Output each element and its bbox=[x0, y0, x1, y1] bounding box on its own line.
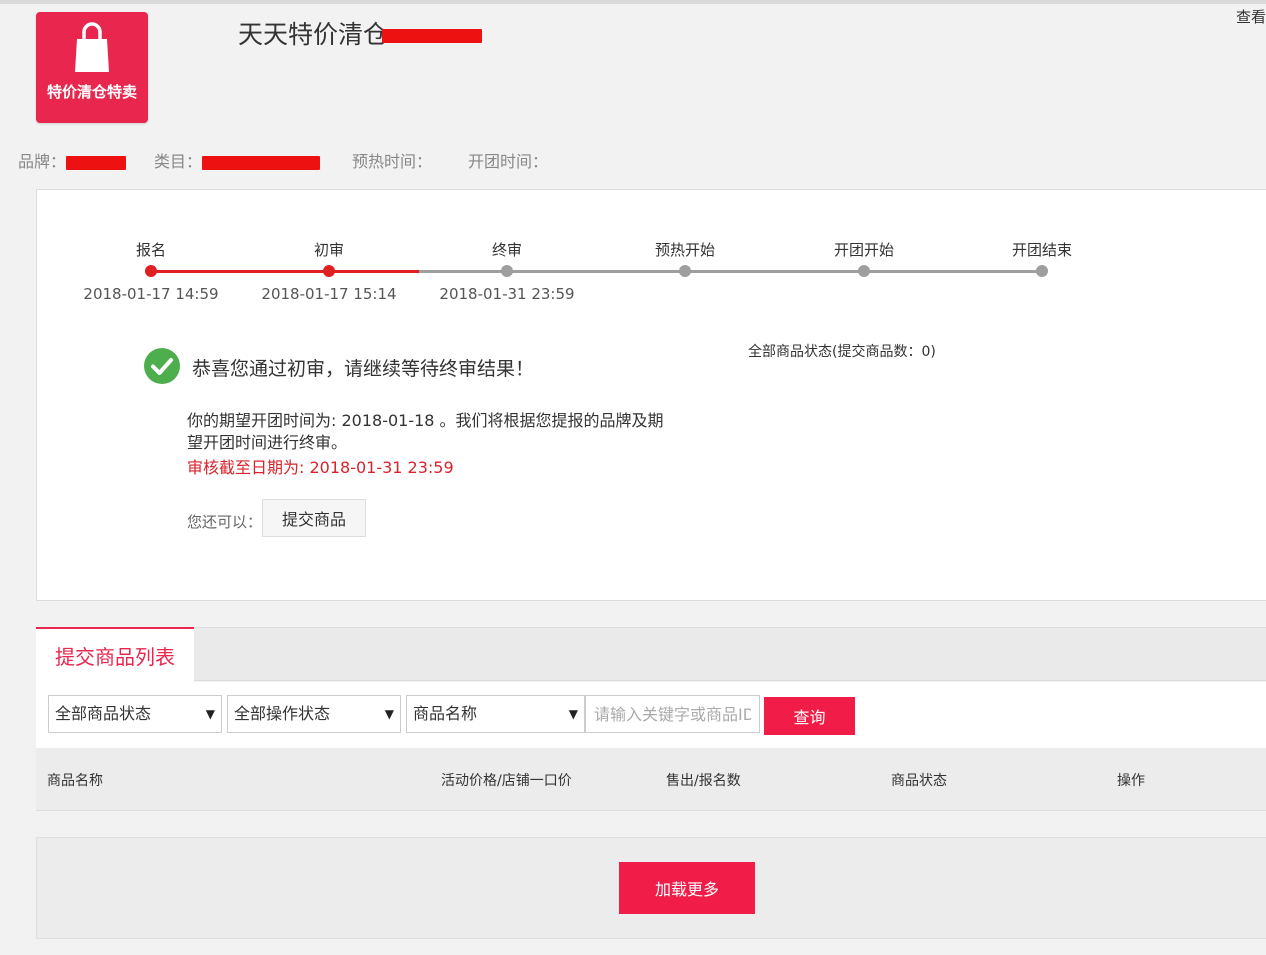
step-label: 初审 bbox=[313, 241, 344, 259]
step-label: 开团开始 bbox=[833, 241, 894, 259]
preheat-time-label: 预热时间： bbox=[352, 152, 433, 171]
search-field-select[interactable]: 商品名称 ▼ bbox=[406, 695, 585, 733]
dropdown-arrow-icon: ▼ bbox=[568, 707, 578, 721]
shopping-bag-icon bbox=[75, 22, 109, 72]
product-status-value: 全部商品状态 bbox=[55, 704, 152, 723]
column-header: 商品名称 bbox=[47, 773, 103, 789]
operation-status-value: 全部操作状态 bbox=[234, 704, 331, 723]
product-status-summary[interactable]: 全部商品状态(提交商品数：0) bbox=[748, 341, 936, 361]
step-date: 2018-01-17 15:14 bbox=[261, 285, 397, 303]
step-dot-pending bbox=[679, 265, 691, 277]
operation-status-select[interactable]: 全部操作状态 ▼ bbox=[227, 695, 401, 733]
search-field-value: 商品名称 bbox=[413, 704, 478, 723]
brand-label: 品牌： bbox=[18, 152, 67, 171]
view-link[interactable]: 查看 bbox=[1236, 6, 1266, 27]
step-label: 预热开始 bbox=[654, 241, 715, 259]
dropdown-arrow-icon: ▼ bbox=[205, 707, 215, 721]
can-also-label: 您还可以： bbox=[187, 513, 263, 531]
product-table-header: 商品名称 活动价格/店铺一口价 售出/报名数 商品状态 操作 bbox=[36, 748, 1266, 811]
submit-product-button[interactable]: 提交商品 bbox=[262, 499, 366, 537]
check-circle-icon bbox=[144, 348, 180, 384]
redaction-mark bbox=[382, 29, 483, 43]
category-meta: 类目： bbox=[154, 148, 321, 172]
status-card: 报名 2018-01-17 14:59 初审 2018-01-17 15:14 … bbox=[36, 189, 1266, 601]
logo-text: 特价清仓特卖 bbox=[46, 83, 137, 101]
page-title-text: 天天特价清仓 bbox=[238, 20, 389, 49]
load-more-area: 加载更多 bbox=[36, 837, 1266, 939]
step-dot-done bbox=[145, 265, 157, 277]
column-header: 活动价格/店铺一口价 bbox=[441, 773, 572, 789]
step-dot-pending bbox=[501, 265, 513, 277]
column-header: 售出/报名数 bbox=[666, 773, 741, 789]
page-title: 天天特价清仓 bbox=[238, 15, 483, 51]
activity-logo: 特价清仓特卖 bbox=[36, 12, 148, 123]
step-label: 终审 bbox=[491, 241, 522, 259]
tab-submitted-products[interactable]: 提交商品列表 bbox=[36, 627, 194, 682]
step-date: 2018-01-31 23:59 bbox=[439, 285, 575, 303]
step-dot-pending bbox=[858, 265, 870, 277]
column-header: 商品状态 bbox=[891, 773, 947, 789]
step-dot-done bbox=[323, 265, 335, 277]
filter-bar: 全部商品状态 ▼ 全部操作状态 ▼ 商品名称 ▼ 查询 bbox=[36, 682, 1266, 748]
product-status-select[interactable]: 全部商品状态 ▼ bbox=[48, 695, 222, 733]
load-more-button[interactable]: 加载更多 bbox=[619, 862, 755, 914]
brand-meta: 品牌： bbox=[18, 148, 127, 172]
top-border bbox=[0, 0, 1266, 4]
dropdown-arrow-icon: ▼ bbox=[384, 707, 394, 721]
step-dot-pending bbox=[1036, 265, 1048, 277]
congrats-message: 恭喜您通过初审，请继续等待终审结果！ bbox=[192, 358, 535, 380]
progress-steps: 报名 2018-01-17 14:59 初审 2018-01-17 15:14 … bbox=[37, 190, 1137, 330]
review-deadline: 审核截至日期为: 2018-01-31 23:59 bbox=[187, 458, 454, 477]
step-date: 2018-01-17 14:59 bbox=[83, 285, 219, 303]
keyword-search-input[interactable] bbox=[585, 695, 760, 733]
tab-bar: 提交商品列表 bbox=[36, 627, 1266, 682]
redaction-mark bbox=[66, 155, 127, 170]
step-label: 开团结束 bbox=[1011, 241, 1072, 259]
query-button[interactable]: 查询 bbox=[764, 697, 855, 735]
redaction-mark bbox=[202, 155, 321, 170]
category-label: 类目： bbox=[154, 152, 203, 171]
expected-open-description: 你的期望开团时间为: 2018-01-18 。我们将根据您提报的品牌及期望开团时… bbox=[187, 411, 664, 452]
progress-line-done bbox=[151, 270, 419, 273]
step-label: 报名 bbox=[135, 241, 166, 259]
open-time-label: 开团时间： bbox=[468, 152, 549, 171]
column-header: 操作 bbox=[1117, 773, 1145, 789]
